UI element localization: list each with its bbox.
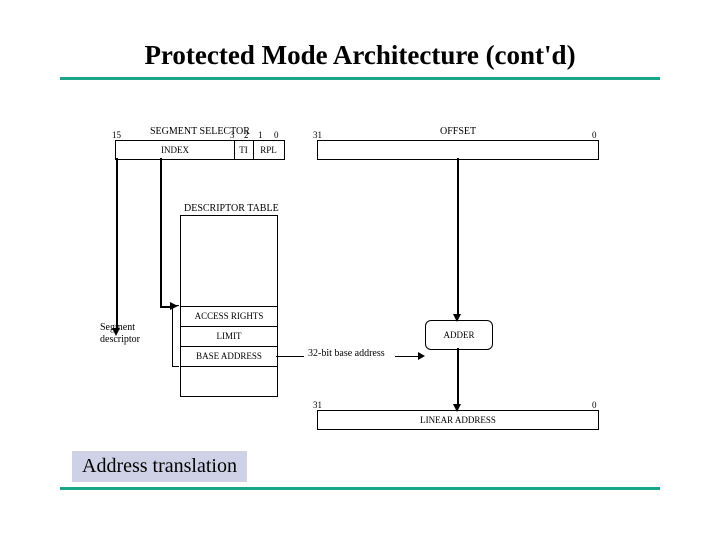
arrow-down-icon-2 [453, 314, 461, 322]
selector-bit-0: 0 [274, 130, 279, 140]
access-rights-row: ACCESS RIGHTS [181, 306, 277, 326]
base-address-label: 32-bit base address [308, 348, 385, 359]
rpl-field: RPL [253, 141, 284, 159]
linear-bit-0: 0 [592, 400, 597, 410]
bottom-rule [60, 487, 660, 490]
caption-text: Address translation [82, 455, 237, 477]
offset-bit-31: 31 [313, 130, 322, 140]
offset-title: OFFSET [440, 126, 476, 137]
segment-selector-box: INDEX TI RPL [115, 140, 285, 160]
selector-bit-1: 1 [258, 130, 263, 140]
adder-box: ADDER [425, 320, 493, 350]
line-adder-down [457, 348, 459, 408]
line-base-1 [276, 356, 304, 357]
segment-descriptor-label-2: descriptor [100, 334, 140, 345]
base-address-row: BASE ADDRESS [181, 346, 277, 366]
descriptor-table-title: DESCRIPTOR TABLE [184, 203, 279, 214]
selector-bit-2: 2 [244, 130, 249, 140]
arrow-down-icon-3 [453, 404, 461, 412]
selector-bit-15: 15 [112, 130, 121, 140]
line-offset-down [457, 158, 459, 318]
brace-icon [172, 305, 179, 367]
offset-box [317, 140, 599, 160]
line-into-table [160, 306, 172, 308]
linear-address-box: LINEAR ADDRESS [317, 410, 599, 430]
offset-bit-0: 0 [592, 130, 597, 140]
limit-row: LIMIT [181, 326, 277, 346]
line-index-down2 [116, 158, 118, 330]
descriptor-table-box: ACCESS RIGHTS LIMIT BASE ADDRESS [180, 215, 278, 397]
slide-title: Protected Mode Architecture (cont'd) [0, 0, 720, 77]
arrow-right-icon-2 [418, 352, 425, 360]
caption-box: Address translation [72, 451, 247, 482]
arrow-down-icon [112, 328, 120, 336]
index-field: INDEX [116, 141, 234, 159]
selector-bit-3: 3 [230, 130, 235, 140]
ti-field: TI [234, 141, 253, 159]
line-index-down [160, 158, 162, 306]
linear-bit-31: 31 [313, 400, 322, 410]
top-rule [60, 77, 660, 80]
linear-address-text: LINEAR ADDRESS [318, 411, 598, 429]
diagram-canvas: SEGMENT SELECTOR 15 3 2 1 0 INDEX TI RPL… [90, 110, 620, 450]
